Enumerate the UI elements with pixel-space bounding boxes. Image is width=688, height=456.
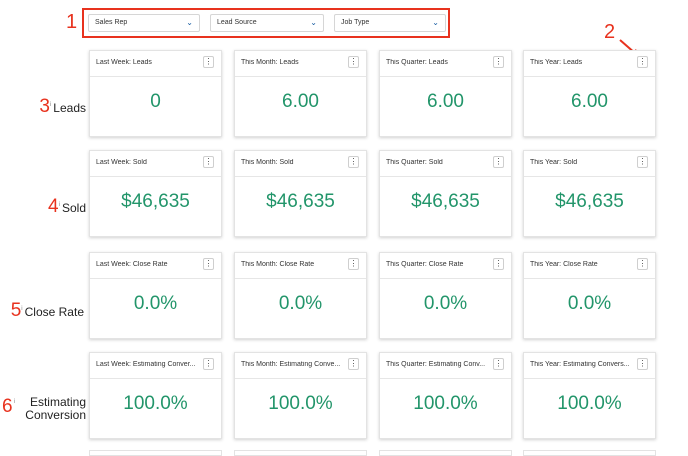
chevron-down-icon: ⌄ [310, 18, 317, 27]
lead-source-select-label: Lead Source [217, 19, 257, 26]
card-title: Last Week: Close Rate [96, 261, 168, 268]
card-value: 100.0% [413, 393, 478, 414]
metric-card: This Month: Leads ⋮ 6.00 [234, 50, 367, 137]
card-title: This Month: Sold [241, 159, 294, 166]
chevron-down-icon: ⌄ [432, 18, 439, 27]
card-title: This Quarter: Leads [386, 59, 448, 66]
card-value: 6.00 [282, 91, 319, 112]
card-value: 0.0% [567, 293, 612, 314]
metric-card: This Year: Sold ⋮ $46,635 [523, 150, 656, 237]
card-title: Last Week: Estimating Conver... [96, 361, 196, 368]
metric-card: This Month: Close Rate ⋮ 0.0% [234, 252, 367, 339]
annotation-number-6: 6 [2, 396, 13, 417]
sales-rep-select-label: Sales Rep [95, 19, 128, 26]
metric-card: This Quarter: Close Rate ⋮ 0.0% [379, 252, 512, 339]
card-value: 6.00 [571, 91, 608, 112]
metric-card: This Quarter: Sold ⋮ $46,635 [379, 150, 512, 237]
card-title: This Month: Close Rate [241, 261, 315, 268]
lead-source-select[interactable]: Lead Source ⌄ [210, 14, 324, 32]
annotation-number-2: 2 [604, 21, 616, 43]
card-value: 100.0% [123, 393, 188, 414]
job-type-select-label: Job Type [341, 19, 370, 26]
card-value: 0.0% [133, 293, 178, 314]
metric-card: This Year: Close Rate ⋮ 0.0% [523, 252, 656, 339]
metric-card-partial [379, 450, 512, 456]
sales-rep-select[interactable]: Sales Rep ⌄ [88, 14, 200, 32]
job-type-select[interactable]: Job Type ⌄ [334, 14, 446, 32]
row-label-text: Close Rate [24, 305, 84, 319]
chevron-down-icon: ⌄ [186, 18, 193, 27]
metric-card: This Year: Leads ⋮ 6.00 [523, 50, 656, 137]
card-title: Last Week: Sold [96, 159, 147, 166]
card-title: This Quarter: Sold [386, 159, 443, 166]
card-title: This Year: Leads [530, 59, 583, 66]
metric-card: This Year: Estimating Convers... ⋮ 100.0% [523, 352, 656, 439]
row-label-close-rate: 5i Close Rate [0, 300, 84, 322]
card-value: 6.00 [427, 91, 464, 112]
metric-card-partial [89, 450, 222, 456]
card-title: This Year: Sold [530, 159, 578, 166]
metric-card: This Month: Estimating Conve... ⋮ 100.0% [234, 352, 367, 439]
annotation-number-5: 5 [10, 300, 22, 321]
card-value: $46,635 [411, 191, 480, 212]
card-title: This Year: Close Rate [530, 261, 598, 268]
row-label-estimating-conversion: 6 i Estimating Conversion [2, 396, 86, 422]
row-label-text: Sold [61, 201, 86, 215]
row-label-sold: 4i Sold [6, 196, 86, 218]
card-menu-button[interactable]: ⋮ [493, 358, 504, 370]
card-menu-button[interactable]: ⋮ [203, 56, 214, 68]
card-menu-button[interactable]: ⋮ [348, 258, 359, 270]
card-title: This Month: Estimating Conve... [241, 361, 341, 368]
metric-card-partial [234, 450, 367, 456]
card-menu-button[interactable]: ⋮ [348, 56, 359, 68]
info-icon[interactable]: i [50, 102, 51, 108]
card-value: 0.0% [278, 293, 323, 314]
card-menu-button[interactable]: ⋮ [203, 156, 214, 168]
info-icon[interactable]: i [21, 306, 22, 312]
card-value: 100.0% [268, 393, 333, 414]
metric-card: This Quarter: Estimating Conv... ⋮ 100.0% [379, 352, 512, 439]
card-menu-button[interactable]: ⋮ [637, 156, 648, 168]
card-title: This Year: Estimating Convers... [530, 361, 630, 368]
card-menu-button[interactable]: ⋮ [493, 156, 504, 168]
card-value: $46,635 [266, 191, 335, 212]
row-label-text: Leads [53, 101, 86, 115]
card-title: This Month: Leads [241, 59, 299, 66]
metric-card: Last Week: Sold ⋮ $46,635 [89, 150, 222, 237]
card-value: 0.0% [423, 293, 468, 314]
info-icon[interactable]: i [14, 396, 15, 409]
metric-card: Last Week: Leads ⋮ 0 [89, 50, 222, 137]
card-menu-button[interactable]: ⋮ [203, 358, 214, 370]
metric-card: This Month: Sold ⋮ $46,635 [234, 150, 367, 237]
annotation-number-1: 1 [66, 11, 78, 33]
card-title: This Quarter: Close Rate [386, 261, 464, 268]
card-value: $46,635 [555, 191, 624, 212]
card-menu-button[interactable]: ⋮ [637, 258, 648, 270]
card-menu-button[interactable]: ⋮ [493, 258, 504, 270]
card-menu-button[interactable]: ⋮ [203, 258, 214, 270]
metric-card: Last Week: Close Rate ⋮ 0.0% [89, 252, 222, 339]
metric-card-partial [523, 450, 656, 456]
card-menu-button[interactable]: ⋮ [637, 56, 648, 68]
card-menu-button[interactable]: ⋮ [637, 358, 648, 370]
card-value: 100.0% [557, 393, 622, 414]
info-icon[interactable]: i [59, 202, 60, 208]
row-label-leads: 3i Leads [6, 96, 86, 118]
card-title: This Quarter: Estimating Conv... [386, 361, 486, 368]
card-menu-button[interactable]: ⋮ [348, 156, 359, 168]
card-value: $46,635 [121, 191, 190, 212]
card-title: Last Week: Leads [96, 59, 152, 66]
card-menu-button[interactable]: ⋮ [348, 358, 359, 370]
card-value: 0 [150, 91, 161, 112]
row-label-text-line-2: Conversion [25, 408, 86, 422]
metric-card: Last Week: Estimating Conver... ⋮ 100.0% [89, 352, 222, 439]
metric-card: This Quarter: Leads ⋮ 6.00 [379, 50, 512, 137]
annotation-number-4: 4 [48, 196, 59, 217]
annotation-number-3: 3 [39, 96, 50, 117]
card-menu-button[interactable]: ⋮ [493, 56, 504, 68]
